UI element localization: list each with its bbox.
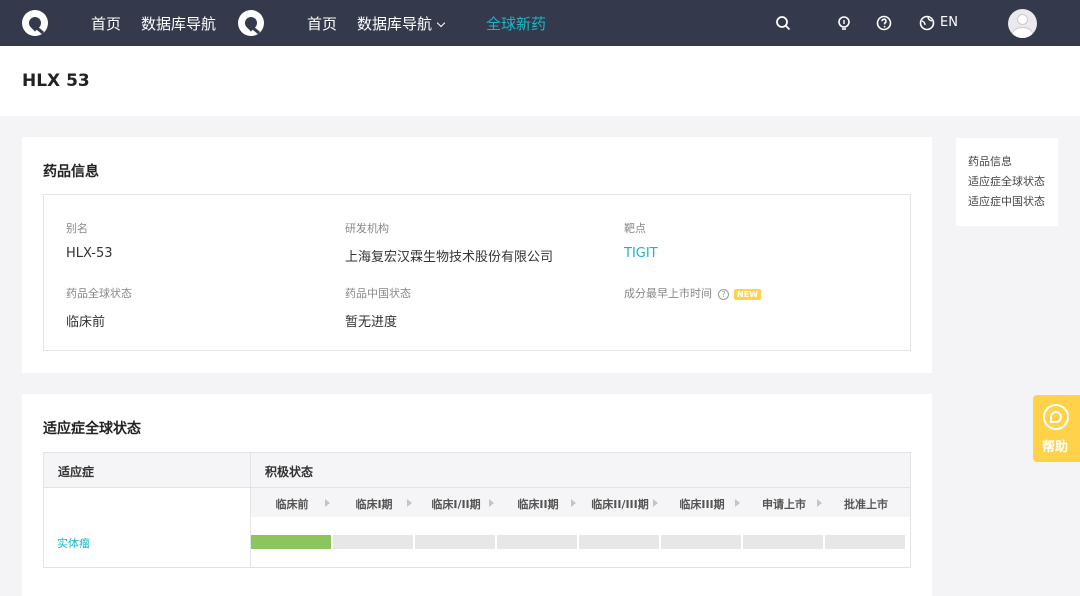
progress-segment-pending	[825, 535, 905, 549]
stage-arrow-icon	[735, 499, 740, 507]
help-icon[interactable]: ?	[718, 288, 729, 300]
chat-bubble-icon	[1043, 404, 1069, 430]
stage-arrow-icon	[653, 499, 658, 507]
china-status-value: 暂无进度	[345, 315, 398, 330]
target-label: 靶点	[624, 222, 646, 235]
lightbulb-icon[interactable]	[835, 14, 853, 32]
nav-home-link[interactable]: 首页	[91, 13, 121, 34]
new-badge: NEW	[734, 288, 761, 300]
alias-value: HLX-53	[66, 246, 113, 261]
progress-segment-pending	[743, 535, 823, 549]
stage-label: 临床II期	[517, 498, 559, 511]
indication-cell: 实体瘤	[44, 488, 251, 567]
stage-label: 临床前	[275, 498, 309, 511]
globe-icon[interactable]	[918, 14, 936, 32]
global-status-label: 药品全球状态	[66, 287, 132, 300]
indication-heading: 适应症全球状态	[43, 421, 141, 437]
stage-label: 临床I期	[355, 498, 393, 511]
stage-arrow-icon	[407, 499, 412, 507]
anchor-nav: 药品信息 适应症全球状态 适应症中国状态	[956, 138, 1058, 226]
indication-column-header: 适应症	[44, 453, 251, 488]
org-value: 上海复宏汉霖生物技术股份有限公司	[345, 250, 554, 265]
top-nav-bar: 首页 数据库导航 首页 数据库导航 全球新药 EN	[0, 0, 1080, 46]
stage-arrow-icon	[817, 499, 822, 507]
progress-segment-pending	[497, 535, 577, 549]
status-column-title: 积极状态	[265, 465, 314, 479]
progress-segment-pending	[579, 535, 659, 549]
chevron-down-icon	[436, 18, 446, 28]
earliest-launch-label: 成分最早上市时间	[624, 287, 712, 300]
progress-segment-completed	[251, 535, 331, 549]
nav-database-label: 数据库导航	[357, 15, 433, 33]
indication-table: 适应症 积极状态 实体瘤 临床前 临床I期 临床I/II期 临床II期 临床II/III…	[43, 452, 911, 568]
indication-column-title: 适应症	[58, 465, 95, 479]
indication-link[interactable]: 实体瘤	[57, 535, 90, 551]
stage-header-row: 临床前 临床I期 临床I/II期 临床II期 临床II/III期 临床III期 申请上市 批准…	[251, 488, 910, 517]
search-icon[interactable]	[774, 14, 792, 32]
stage-arrow-icon	[571, 499, 576, 507]
indication-status-card: 适应症全球状态 适应症 积极状态 实体瘤 临床前 临床I期 临床I/II期 临床II期…	[22, 394, 932, 596]
stage-arrow-icon	[325, 499, 330, 507]
nav-database-link[interactable]: 数据库导航	[141, 13, 216, 34]
title-bar: HLX 53	[0, 46, 1080, 116]
anchor-indication-china[interactable]: 适应症中国状态	[968, 193, 1045, 209]
stage-arrow-icon	[489, 499, 494, 507]
earliest-launch-field: 成分最早上市时间? NEW	[624, 285, 761, 301]
org-label: 研发机构	[345, 222, 389, 235]
help-button[interactable]: 帮助	[1033, 395, 1080, 462]
nav-global-new-drugs-link[interactable]: 全球新药	[486, 13, 546, 34]
drug-info-card: 药品信息 别名 HLX-53 研发机构 上海复宏汉霖生物技术股份有限公司 靶点 …	[22, 137, 932, 373]
drug-info-heading: 药品信息	[43, 164, 99, 180]
alias-label: 别名	[66, 222, 88, 235]
page-title: HLX 53	[22, 71, 90, 91]
target-link[interactable]: TIGIT	[624, 246, 658, 261]
help-label: 帮助	[1042, 440, 1069, 455]
global-status-value: 临床前	[66, 315, 106, 330]
user-avatar[interactable]	[1008, 9, 1037, 38]
nav-home-link-secondary[interactable]: 首页	[307, 13, 337, 34]
progress-segment-pending	[415, 535, 495, 549]
anchor-drug-info[interactable]: 药品信息	[968, 153, 1012, 169]
drug-info-box: 别名 HLX-53 研发机构 上海复宏汉霖生物技术股份有限公司 靶点 TIGIT…	[43, 194, 911, 351]
progress-segment-pending	[661, 535, 741, 549]
language-label[interactable]: EN	[940, 15, 958, 30]
brand-logo-icon-secondary[interactable]	[238, 10, 264, 36]
china-status-label: 药品中国状态	[345, 287, 411, 300]
stage-label: 申请上市	[762, 498, 806, 511]
stage-label: 临床III期	[679, 498, 725, 511]
status-column-header: 积极状态	[251, 453, 910, 488]
nav-database-dropdown[interactable]: 数据库导航	[357, 13, 446, 34]
stage-label: 批准上市	[844, 498, 888, 511]
stage-label: 临床II/III期	[591, 498, 649, 511]
stage-label: 临床I/II期	[431, 498, 481, 511]
question-circle-icon[interactable]	[875, 14, 893, 32]
brand-logo-icon[interactable]	[22, 10, 48, 36]
progress-segment-pending	[333, 535, 413, 549]
anchor-indication-global[interactable]: 适应症全球状态	[968, 173, 1045, 189]
